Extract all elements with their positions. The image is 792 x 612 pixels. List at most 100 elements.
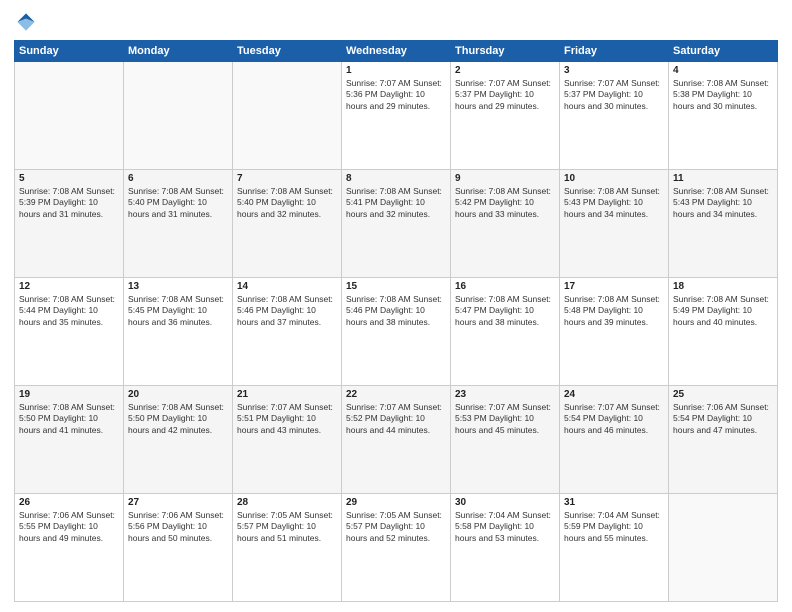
day-info: Sunrise: 7:08 AM Sunset: 5:40 PM Dayligh… [237,186,337,220]
day-number: 10 [564,173,664,184]
logo [14,10,42,34]
day-number: 2 [455,65,555,76]
day-info: Sunrise: 7:08 AM Sunset: 5:39 PM Dayligh… [19,186,119,220]
day-number: 13 [128,281,228,292]
day-info: Sunrise: 7:07 AM Sunset: 5:52 PM Dayligh… [346,402,446,436]
day-number: 25 [673,389,773,400]
day-cell: 19 Sunrise: 7:08 AM Sunset: 5:50 PM Dayli… [15,386,124,494]
day-cell: 9 Sunrise: 7:08 AM Sunset: 5:42 PM Daylig… [451,170,560,278]
day-number: 8 [346,173,446,184]
day-info: Sunrise: 7:08 AM Sunset: 5:41 PM Dayligh… [346,186,446,220]
day-cell: 10 Sunrise: 7:08 AM Sunset: 5:43 PM Dayli… [560,170,669,278]
week-row-2: 5 Sunrise: 7:08 AM Sunset: 5:39 PM Daylig… [15,170,778,278]
day-cell: 11 Sunrise: 7:08 AM Sunset: 5:43 PM Dayli… [669,170,778,278]
week-row-3: 12 Sunrise: 7:08 AM Sunset: 5:44 PM Dayli… [15,278,778,386]
header-day-wednesday: Wednesday [342,41,451,62]
day-cell [669,494,778,602]
week-row-1: 1Sunrise: 7:07 AM Sunset: 5:36 PM Daylig… [15,62,778,170]
day-cell: 8 Sunrise: 7:08 AM Sunset: 5:41 PM Daylig… [342,170,451,278]
day-number: 9 [455,173,555,184]
day-cell: 28Sunrise: 7:05 AM Sunset: 5:57 PM Dayli… [233,494,342,602]
day-cell: 6 Sunrise: 7:08 AM Sunset: 5:40 PM Daylig… [124,170,233,278]
day-number: 5 [19,173,119,184]
day-info: Sunrise: 7:04 AM Sunset: 5:59 PM Dayligh… [564,510,664,544]
day-number: 22 [346,389,446,400]
day-cell: 21Sunrise: 7:07 AM Sunset: 5:51 PM Dayli… [233,386,342,494]
day-cell: 18 Sunrise: 7:08 AM Sunset: 5:49 PM Dayli… [669,278,778,386]
logo-icon [14,10,38,34]
day-number: 14 [237,281,337,292]
day-info: Sunrise: 7:08 AM Sunset: 5:44 PM Dayligh… [19,294,119,328]
day-cell: 26Sunrise: 7:06 AM Sunset: 5:55 PM Dayli… [15,494,124,602]
week-row-5: 26Sunrise: 7:06 AM Sunset: 5:55 PM Dayli… [15,494,778,602]
day-number: 1 [346,65,446,76]
header-day-thursday: Thursday [451,41,560,62]
day-cell: 12 Sunrise: 7:08 AM Sunset: 5:44 PM Dayli… [15,278,124,386]
day-number: 4 [673,65,773,76]
day-number: 31 [564,497,664,508]
day-number: 7 [237,173,337,184]
day-info: Sunrise: 7:08 AM Sunset: 5:40 PM Dayligh… [128,186,228,220]
day-cell: 17 Sunrise: 7:08 AM Sunset: 5:48 PM Dayli… [560,278,669,386]
day-cell: 27 Sunrise: 7:06 AM Sunset: 5:56 PM Dayli… [124,494,233,602]
day-info: Sunrise: 7:08 AM Sunset: 5:45 PM Dayligh… [128,294,228,328]
day-cell: 13 Sunrise: 7:08 AM Sunset: 5:45 PM Dayli… [124,278,233,386]
header-day-monday: Monday [124,41,233,62]
day-cell: 4 Sunrise: 7:08 AM Sunset: 5:38 PM Daylig… [669,62,778,170]
day-cell: 29 Sunrise: 7:05 AM Sunset: 5:57 PM Dayli… [342,494,451,602]
header-day-saturday: Saturday [669,41,778,62]
day-number: 17 [564,281,664,292]
day-info: Sunrise: 7:08 AM Sunset: 5:38 PM Dayligh… [673,78,773,112]
day-number: 6 [128,173,228,184]
day-info: Sunrise: 7:04 AM Sunset: 5:58 PM Dayligh… [455,510,555,544]
day-info: Sunrise: 7:08 AM Sunset: 5:46 PM Dayligh… [346,294,446,328]
day-cell: 14Sunrise: 7:08 AM Sunset: 5:46 PM Dayli… [233,278,342,386]
day-cell: 23 Sunrise: 7:07 AM Sunset: 5:53 PM Dayli… [451,386,560,494]
day-info: Sunrise: 7:06 AM Sunset: 5:56 PM Dayligh… [128,510,228,544]
header-row: SundayMondayTuesdayWednesdayThursdayFrid… [15,41,778,62]
day-cell: 20Sunrise: 7:08 AM Sunset: 5:50 PM Dayli… [124,386,233,494]
day-cell: 1Sunrise: 7:07 AM Sunset: 5:36 PM Daylig… [342,62,451,170]
day-cell [15,62,124,170]
day-number: 18 [673,281,773,292]
day-info: Sunrise: 7:08 AM Sunset: 5:47 PM Dayligh… [455,294,555,328]
week-row-4: 19 Sunrise: 7:08 AM Sunset: 5:50 PM Dayli… [15,386,778,494]
day-info: Sunrise: 7:07 AM Sunset: 5:37 PM Dayligh… [564,78,664,112]
day-cell: 31 Sunrise: 7:04 AM Sunset: 5:59 PM Dayli… [560,494,669,602]
day-info: Sunrise: 7:08 AM Sunset: 5:42 PM Dayligh… [455,186,555,220]
day-info: Sunrise: 7:07 AM Sunset: 5:53 PM Dayligh… [455,402,555,436]
day-info: Sunrise: 7:07 AM Sunset: 5:51 PM Dayligh… [237,402,337,436]
header-day-sunday: Sunday [15,41,124,62]
day-cell: 2 Sunrise: 7:07 AM Sunset: 5:37 PM Daylig… [451,62,560,170]
day-info: Sunrise: 7:08 AM Sunset: 5:48 PM Dayligh… [564,294,664,328]
day-cell: 5 Sunrise: 7:08 AM Sunset: 5:39 PM Daylig… [15,170,124,278]
day-number: 30 [455,497,555,508]
header-day-friday: Friday [560,41,669,62]
day-number: 12 [19,281,119,292]
day-cell: 24 Sunrise: 7:07 AM Sunset: 5:54 PM Dayli… [560,386,669,494]
day-info: Sunrise: 7:05 AM Sunset: 5:57 PM Dayligh… [237,510,337,544]
header-day-tuesday: Tuesday [233,41,342,62]
day-info: Sunrise: 7:07 AM Sunset: 5:37 PM Dayligh… [455,78,555,112]
day-number: 23 [455,389,555,400]
day-number: 3 [564,65,664,76]
day-info: Sunrise: 7:08 AM Sunset: 5:43 PM Dayligh… [564,186,664,220]
day-cell: 22 Sunrise: 7:07 AM Sunset: 5:52 PM Dayli… [342,386,451,494]
day-number: 19 [19,389,119,400]
day-info: Sunrise: 7:07 AM Sunset: 5:54 PM Dayligh… [564,402,664,436]
day-cell: 15Sunrise: 7:08 AM Sunset: 5:46 PM Dayli… [342,278,451,386]
day-number: 11 [673,173,773,184]
day-info: Sunrise: 7:08 AM Sunset: 5:49 PM Dayligh… [673,294,773,328]
day-cell [233,62,342,170]
day-number: 24 [564,389,664,400]
day-info: Sunrise: 7:06 AM Sunset: 5:55 PM Dayligh… [19,510,119,544]
day-number: 29 [346,497,446,508]
day-info: Sunrise: 7:08 AM Sunset: 5:50 PM Dayligh… [19,402,119,436]
day-info: Sunrise: 7:05 AM Sunset: 5:57 PM Dayligh… [346,510,446,544]
calendar-table: SundayMondayTuesdayWednesdayThursdayFrid… [14,40,778,602]
day-cell [124,62,233,170]
day-info: Sunrise: 7:08 AM Sunset: 5:43 PM Dayligh… [673,186,773,220]
calendar-page: SundayMondayTuesdayWednesdayThursdayFrid… [0,0,792,612]
day-cell: 3 Sunrise: 7:07 AM Sunset: 5:37 PM Daylig… [560,62,669,170]
day-number: 27 [128,497,228,508]
